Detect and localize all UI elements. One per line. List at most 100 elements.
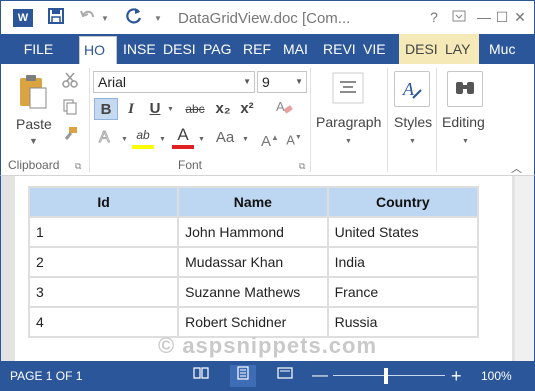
clear-formatting-icon[interactable]: A [273, 98, 295, 120]
table-cell[interactable]: Suzanne Mathews [177, 276, 329, 308]
tab-file[interactable]: FILE [0, 34, 77, 64]
group-divider [89, 68, 90, 172]
underline-button[interactable]: U [146, 98, 164, 120]
highlight-letter: ab [136, 128, 150, 142]
read-mode-icon[interactable] [188, 365, 214, 387]
zoom-out-button[interactable]: — [312, 361, 328, 391]
tab-table-layout[interactable]: LAY [439, 34, 479, 64]
group-divider [436, 68, 437, 172]
styles-icon[interactable]: A [394, 71, 430, 107]
undo-dropdown-icon[interactable]: ▼ [101, 14, 109, 23]
svg-text:A: A [99, 129, 110, 145]
table-cell[interactable]: France [326, 276, 480, 308]
print-layout-icon[interactable] [230, 365, 256, 387]
tab-page-layout[interactable]: PAG [203, 34, 237, 64]
bold-button[interactable]: B [94, 98, 118, 120]
copy-icon[interactable] [61, 99, 79, 117]
font-size-combo[interactable]: 9 ▼ [257, 71, 307, 93]
font-launcher-icon[interactable]: ⧉ [299, 161, 305, 172]
font-color-button[interactable]: A [172, 124, 194, 149]
group-divider [387, 68, 388, 172]
chevron-down-icon: ▼ [295, 77, 303, 86]
collapse-ribbon-icon[interactable]: ︿ [511, 160, 522, 176]
format-painter-icon[interactable] [61, 126, 79, 144]
paste-icon[interactable] [18, 74, 48, 110]
table-cell[interactable]: Mudassar Khan [177, 246, 329, 278]
table-cell[interactable]: John Hammond [177, 216, 329, 248]
font-name-combo[interactable]: Arial ▼ [93, 71, 255, 93]
tab-insert[interactable]: INSE [123, 34, 157, 64]
title-bar: W ▼ ▼ DataGridView.doc [Com... ? — ☐ ✕ [0, 0, 535, 34]
tab-references[interactable]: REF [243, 34, 277, 64]
superscript-button[interactable]: x² [236, 98, 258, 120]
cut-icon[interactable] [61, 72, 79, 90]
column-header-id: Id [27, 186, 180, 218]
editing-button[interactable]: Editing [442, 114, 485, 130]
svg-text:A: A [276, 99, 285, 114]
svg-text:A: A [402, 79, 415, 99]
editing-dropdown-icon[interactable]: ▼ [462, 138, 469, 145]
highlight-dropdown-icon[interactable]: ▼ [159, 136, 166, 143]
paste-dropdown-icon[interactable]: ▼ [29, 136, 38, 146]
clipboard-launcher-icon[interactable]: ⧉ [75, 161, 81, 172]
text-effects-dropdown-icon[interactable]: ▼ [121, 136, 128, 143]
table-row: 3 Suzanne Mathews France [27, 276, 480, 308]
table-cell[interactable]: India [326, 246, 480, 278]
tab-review[interactable]: REVI [323, 34, 357, 64]
word-app-icon[interactable]: W [13, 9, 33, 27]
zoom-in-button[interactable]: + [451, 361, 462, 391]
table-cell[interactable]: 3 [27, 276, 180, 308]
zoom-slider[interactable] [333, 375, 445, 376]
vertical-scrollbar[interactable] [515, 176, 534, 361]
table-cell[interactable]: 4 [27, 306, 180, 338]
ribbon-display-options-icon[interactable] [448, 6, 470, 28]
font-color-dropdown-icon[interactable]: ▼ [198, 136, 205, 143]
table-cell[interactable]: United States [326, 216, 480, 248]
zoom-slider-thumb[interactable] [384, 368, 388, 384]
change-case-button[interactable]: Aa [211, 127, 239, 149]
shrink-font-letter: A [286, 132, 295, 148]
customize-qat-icon[interactable]: ▼ [154, 14, 162, 23]
refresh-icon[interactable] [123, 7, 145, 29]
tab-mailings[interactable]: MAI [283, 34, 317, 64]
table-cell[interactable]: 2 [27, 246, 180, 278]
zoom-level[interactable]: 100% [481, 361, 512, 391]
document-title: DataGridView.doc [Com... [178, 10, 351, 27]
page-count-status[interactable]: PAGE 1 OF 1 [10, 361, 82, 391]
tab-overflow[interactable]: Muc [489, 34, 533, 64]
close-button[interactable]: ✕ [509, 6, 531, 28]
highlight-color-swatch [132, 145, 154, 149]
grow-font-letter: A [261, 133, 272, 150]
chevron-down-icon: ▼ [243, 77, 251, 86]
save-icon[interactable] [45, 7, 67, 29]
text-effects-icon[interactable]: A [94, 127, 118, 149]
tab-table-design[interactable]: DESI [399, 34, 439, 64]
underline-dropdown-icon[interactable]: ▼ [167, 106, 174, 113]
highlight-button[interactable]: ab [132, 124, 154, 149]
grow-font-button[interactable]: A▲ [259, 127, 281, 150]
strikethrough-button[interactable]: abc [181, 98, 209, 120]
paragraph-dropdown-icon[interactable]: ▼ [345, 138, 352, 145]
table-row: 2 Mudassar Khan India [27, 246, 480, 278]
help-button[interactable]: ? [423, 6, 445, 28]
shrink-font-button[interactable]: A▼ [283, 127, 305, 149]
tab-home[interactable]: HO [79, 36, 117, 64]
data-grid-table: Id Name Country 1 John Hammond United St… [27, 186, 480, 338]
paragraph-button[interactable]: Paragraph [316, 114, 381, 130]
styles-button[interactable]: Styles [394, 114, 432, 130]
tab-view[interactable]: VIE [363, 34, 395, 64]
italic-button[interactable]: I [122, 98, 140, 120]
table-cell[interactable]: 1 [27, 216, 180, 248]
change-case-dropdown-icon[interactable]: ▼ [242, 136, 249, 143]
status-bar: PAGE 1 OF 1 — + 100% [0, 361, 535, 391]
web-layout-icon[interactable] [272, 365, 298, 387]
paragraph-icon[interactable] [330, 71, 366, 107]
tab-design[interactable]: DESI [163, 34, 197, 64]
paste-button[interactable]: Paste [16, 116, 52, 132]
styles-dropdown-icon[interactable]: ▼ [409, 138, 416, 145]
undo-icon[interactable] [77, 7, 99, 29]
table-header-row: Id Name Country [27, 186, 480, 218]
binoculars-icon[interactable] [447, 71, 483, 107]
subscript-button[interactable]: x₂ [212, 98, 234, 120]
font-color-swatch [172, 145, 194, 149]
